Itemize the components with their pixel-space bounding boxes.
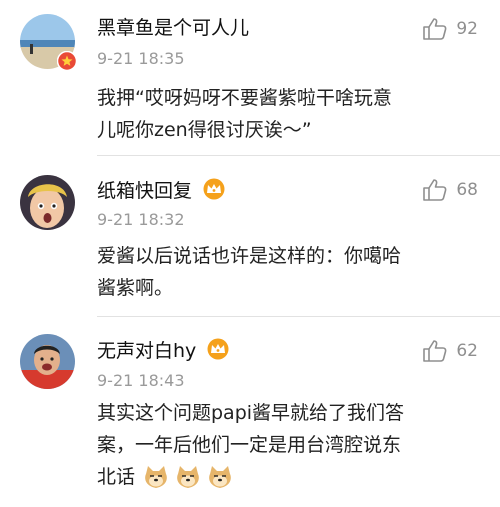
doge-emoji	[177, 466, 199, 488]
username-row: 纸箱快回复	[97, 178, 226, 203]
comment-item: 无声对白hy 9-21 18:43 62 其实这个问题papi酱早就给了我们答 …	[0, 317, 500, 507]
comment-line: 儿呢你zen得很讨厌诶～”	[97, 119, 312, 141]
comment-text: 其实这个问题papi酱早就给了我们答 案，一年后他们一定是用台湾腔说东 北话	[97, 397, 477, 493]
timestamp: 9-21 18:32	[97, 210, 185, 229]
like-button[interactable]: 62	[422, 339, 478, 363]
like-count: 62	[456, 341, 478, 361]
timestamp: 9-21 18:35	[97, 49, 185, 68]
comment-line: 我押“哎呀妈呀不要酱紫啦干啥玩意	[97, 87, 392, 109]
username[interactable]: 黑章鱼是个可人儿	[97, 16, 249, 40]
username[interactable]: 纸箱快回复	[97, 180, 192, 202]
timestamp: 9-21 18:43	[97, 371, 185, 390]
doge-emoji	[145, 466, 167, 488]
username-row: 无声对白hy	[97, 338, 230, 363]
comment-line: 案，一年后他们一定是用台湾腔说东	[97, 434, 402, 456]
like-count: 92	[456, 19, 478, 39]
vip-crown-icon	[203, 178, 225, 200]
like-count: 68	[456, 180, 478, 200]
thumbs-up-icon	[423, 179, 447, 201]
like-button[interactable]: 68	[422, 178, 478, 202]
comment-item: 纸箱快回复 9-21 18:32 68 爱酱以后说话也许是这样的：你噶哈 酱紫啊…	[0, 156, 500, 314]
comment-line: 爱酱以后说话也许是这样的：你噶哈	[97, 245, 402, 267]
avatar[interactable]	[20, 334, 75, 389]
comment-text: 我押“哎呀妈呀不要酱紫啦干啥玩意 儿呢你zen得很讨厌诶～”	[97, 82, 477, 146]
thumbs-up-icon	[423, 340, 447, 362]
avatar[interactable]	[20, 175, 75, 230]
username[interactable]: 无声对白hy	[97, 340, 196, 362]
comment-line: 北话	[97, 466, 136, 488]
comment-line: 其实这个问题papi酱早就给了我们答	[97, 402, 405, 424]
comment-line-last: 北话	[97, 461, 477, 493]
doge-emoji	[209, 466, 231, 488]
thumbs-up-icon	[423, 18, 447, 40]
comment-line: 酱紫啊。	[97, 277, 174, 299]
like-button[interactable]: 92	[422, 17, 478, 41]
comment-text: 爱酱以后说话也许是这样的：你噶哈 酱紫啊。	[97, 240, 477, 304]
star-badge-icon	[57, 51, 77, 71]
vip-crown-icon	[207, 338, 229, 360]
comment-item: 黑章鱼是个可人儿 9-21 18:35 92 我押“哎呀妈呀不要酱紫啦干啥玩意 …	[0, 0, 500, 152]
